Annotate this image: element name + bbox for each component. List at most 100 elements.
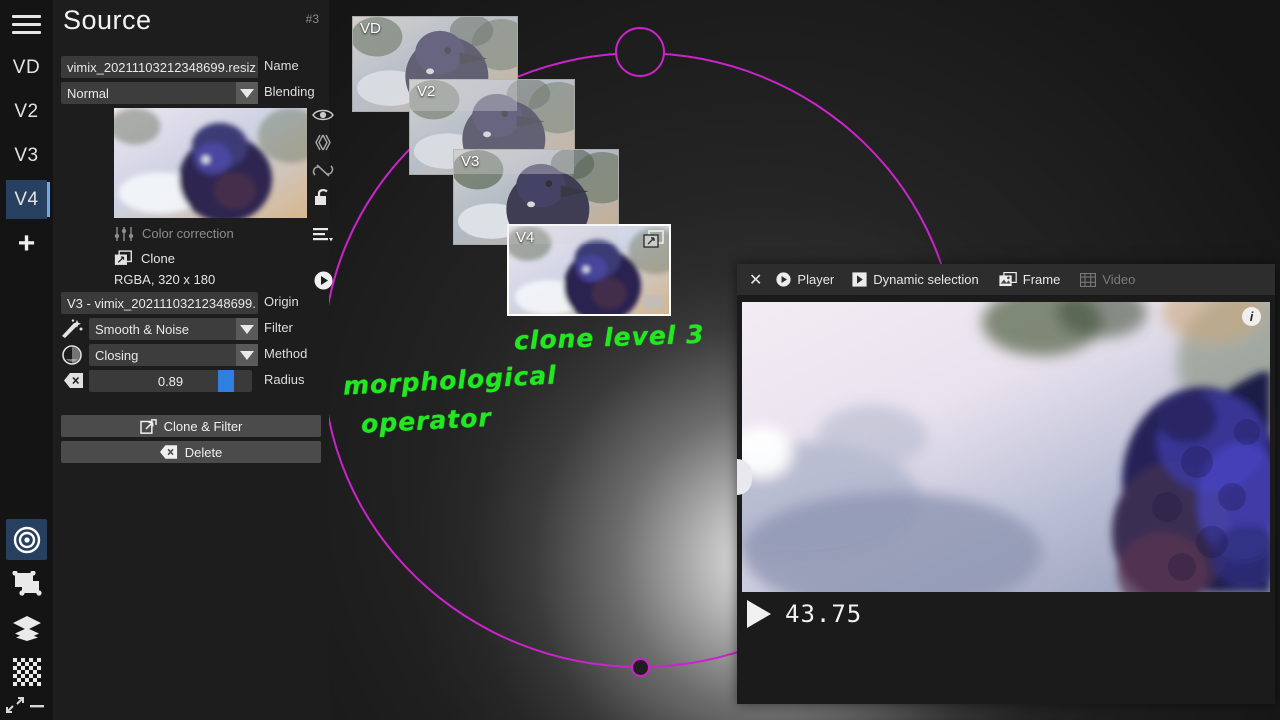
clone-row[interactable]: Clone xyxy=(114,250,175,266)
vimix-application-window: VD V2 V3 V4 clone level 3 morphological … xyxy=(0,0,1280,720)
resize-arrows-icon[interactable] xyxy=(4,694,26,716)
left-icon-rail: VD V2 V3 V4 + xyxy=(0,0,53,720)
video-strip-icon xyxy=(1080,272,1097,287)
filter-row: Smooth & Noise Filter xyxy=(61,318,321,340)
source-format-text: RGBA, 320 x 180 xyxy=(114,272,216,287)
resize-corner-handle[interactable] xyxy=(643,295,663,309)
source-thumbnail-v3[interactable]: V3 xyxy=(453,149,619,245)
broken-link-icon xyxy=(312,163,334,177)
thumbnail-label: V4 xyxy=(516,229,535,246)
add-source-button[interactable]: + xyxy=(6,224,47,263)
eye-icon xyxy=(312,109,334,121)
clone-share-icon xyxy=(139,418,157,434)
source-preview[interactable] xyxy=(114,108,307,218)
video-preview[interactable]: i xyxy=(742,302,1270,592)
minimize-icon[interactable] xyxy=(28,696,46,714)
timecode-display: 43.75 xyxy=(785,600,863,628)
clone-icon xyxy=(643,230,664,248)
lock-toggle[interactable] xyxy=(311,187,335,207)
radius-row: 0.89 Radius xyxy=(61,370,321,392)
origin-label: Origin xyxy=(264,294,299,309)
view-geometry-button[interactable] xyxy=(6,563,47,604)
filter-label: Filter xyxy=(264,320,293,335)
texture-checkerboard-icon xyxy=(12,657,41,686)
player-window: ✕ Player Dynamic selection Frame Video i… xyxy=(737,264,1275,704)
source-name-input[interactable]: vimix_20211103212348699.resiz xyxy=(61,56,258,78)
thumbnail-label: VD xyxy=(360,20,381,37)
tab-dynamic-selection-label: Dynamic selection xyxy=(873,272,979,287)
player-menu-bar: ✕ Player Dynamic selection Frame Video xyxy=(737,264,1275,295)
tab-frame-label: Frame xyxy=(1022,272,1061,287)
blending-label: Blending xyxy=(264,84,315,99)
symmetry-toggle[interactable] xyxy=(311,132,335,152)
view-layers-button[interactable] xyxy=(6,607,47,648)
method-select[interactable]: Closing xyxy=(89,344,258,366)
link-toggle[interactable] xyxy=(311,160,335,180)
target-mixing-icon xyxy=(13,526,40,553)
mirror-icon xyxy=(315,134,331,150)
layers-icon xyxy=(12,615,41,641)
wand-icon xyxy=(62,319,83,338)
geometry-crop-icon xyxy=(11,570,42,596)
play-triangle-icon[interactable] xyxy=(747,600,771,628)
play-circle-icon xyxy=(776,272,792,287)
sidebar-item-v4[interactable]: V4 xyxy=(6,180,50,219)
play-square-icon xyxy=(852,272,867,287)
source-index-badge: #3 xyxy=(305,12,319,26)
color-correction-label: Color correction xyxy=(142,226,234,241)
filter-select[interactable]: Smooth & Noise xyxy=(89,318,258,340)
play-source-button[interactable] xyxy=(311,270,335,290)
reset-icon[interactable] xyxy=(64,373,84,388)
clone-and-filter-label: Clone & Filter xyxy=(163,418,243,434)
blending-row: Normal Blending xyxy=(61,82,321,104)
hamburger-menu-icon[interactable] xyxy=(12,14,41,36)
color-correction-row[interactable]: Color correction xyxy=(114,226,234,241)
window-corner-tools xyxy=(4,694,50,718)
clone-icon xyxy=(114,250,132,265)
video-frame-image xyxy=(742,302,1270,592)
annotation-morphological-operator: morphological operator xyxy=(342,356,560,445)
chevron-down-icon[interactable] xyxy=(236,344,258,366)
tab-player[interactable]: Player xyxy=(771,272,839,287)
delete-label: Delete xyxy=(184,444,223,460)
list-menu-icon xyxy=(313,228,333,242)
mixing-node-top[interactable] xyxy=(615,27,665,77)
sidebar-item-v3[interactable]: V3 xyxy=(6,136,47,175)
tab-frame[interactable]: Frame xyxy=(994,272,1066,287)
sidebar-item-v2[interactable]: V2 xyxy=(6,92,47,131)
radius-slider-handle[interactable] xyxy=(218,370,234,392)
visibility-toggle[interactable] xyxy=(311,105,335,125)
sidebar-item-vd[interactable]: VD xyxy=(6,48,47,87)
name-label: Name xyxy=(264,58,299,73)
play-circle-icon xyxy=(314,271,332,289)
view-texturing-button[interactable] xyxy=(6,651,47,692)
chevron-down-icon[interactable] xyxy=(236,82,258,104)
chevron-down-icon[interactable] xyxy=(236,318,258,340)
blending-select[interactable]: Normal xyxy=(61,82,258,104)
clone-and-filter-button[interactable]: Clone & Filter xyxy=(61,415,321,437)
method-row: Closing Method xyxy=(61,344,321,366)
tab-video[interactable]: Video xyxy=(1075,272,1140,287)
filter-menu-button[interactable] xyxy=(311,225,335,245)
info-icon[interactable]: i xyxy=(1242,307,1261,326)
mixing-node-bottom[interactable] xyxy=(631,658,650,677)
frame-icon xyxy=(999,272,1017,287)
radius-slider[interactable]: 0.89 xyxy=(89,370,252,392)
tab-player-label: Player xyxy=(797,272,835,287)
radius-label: Radius xyxy=(264,372,305,387)
name-row: vimix_20211103212348699.resiz Name xyxy=(61,56,321,78)
delete-icon xyxy=(159,445,177,459)
unlock-icon xyxy=(315,188,328,205)
tab-dynamic-selection[interactable]: Dynamic selection xyxy=(847,272,984,287)
close-player-button[interactable]: ✕ xyxy=(737,270,771,290)
add-source-label: + xyxy=(17,226,36,260)
source-properties-panel: Source #3 vimix_20211103212348699.resiz … xyxy=(53,0,334,720)
origin-input[interactable]: V3 - vimix_20211103212348699. xyxy=(61,292,258,314)
clone-label: Clone xyxy=(141,250,175,266)
delete-button[interactable]: Delete xyxy=(61,441,321,463)
close-icon: ✕ xyxy=(749,271,763,289)
tab-video-label: Video xyxy=(1102,272,1136,287)
source-preview-image xyxy=(114,108,307,218)
view-mixing-button[interactable] xyxy=(6,519,47,560)
sidebar-item-label: V3 xyxy=(14,144,39,166)
